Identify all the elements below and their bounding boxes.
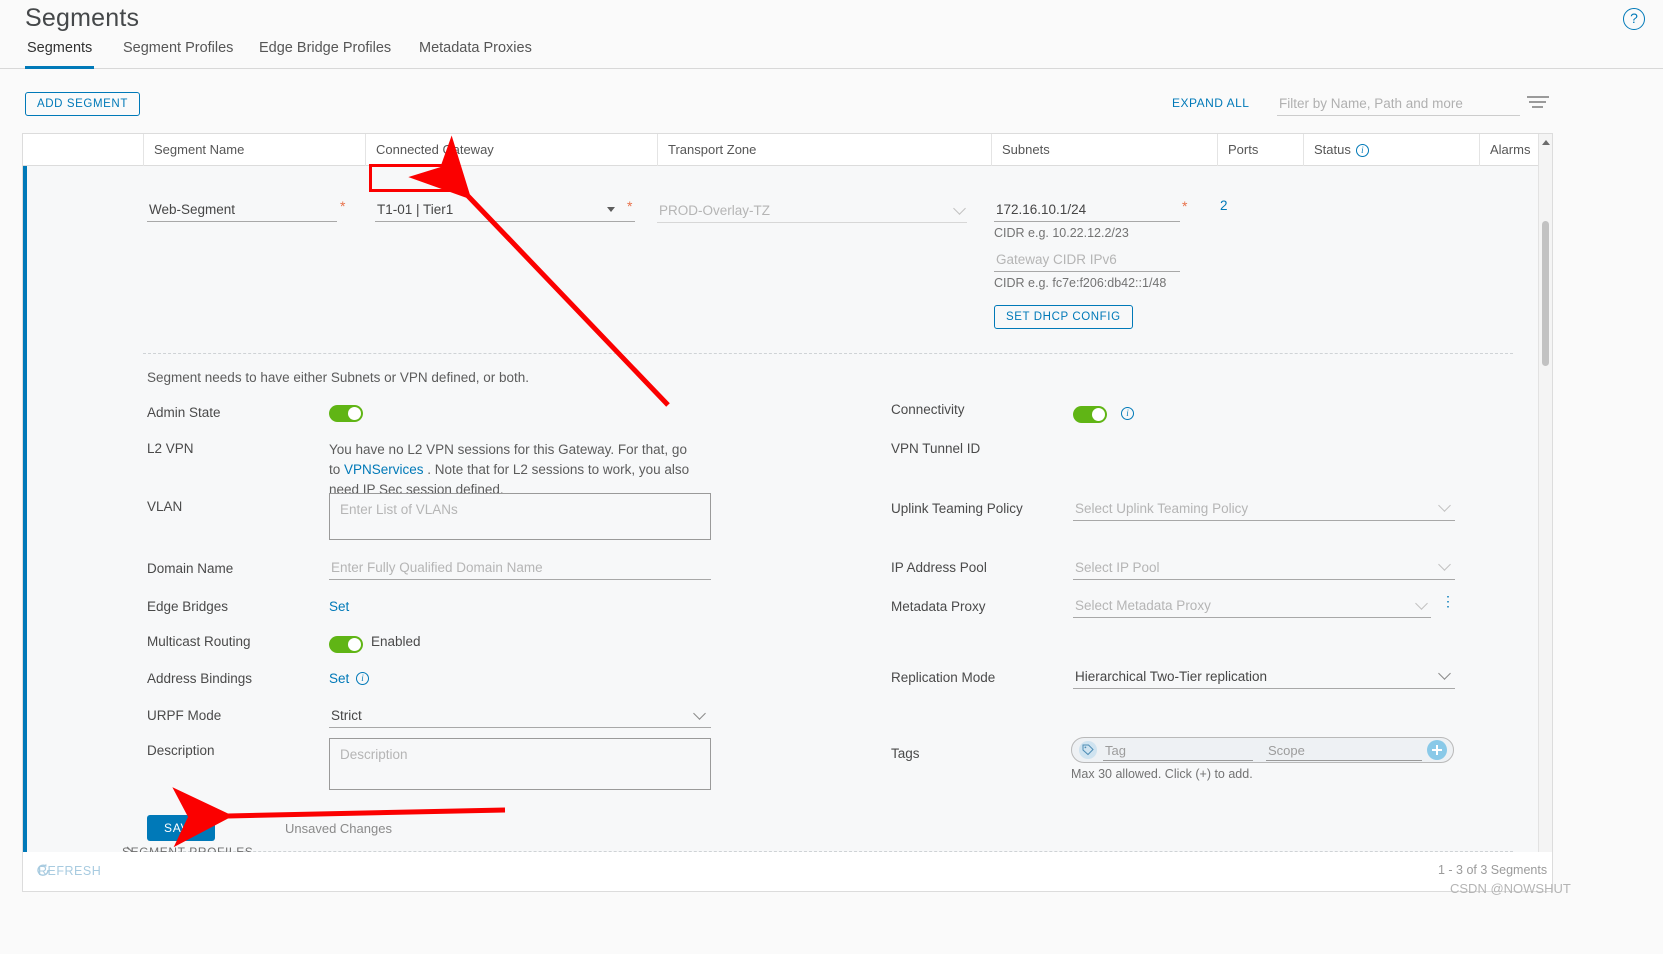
multicast-toggle-knob [348, 638, 361, 651]
vlan-input[interactable] [329, 493, 711, 540]
connectivity-label: Connectivity [891, 402, 965, 417]
tag-name-input[interactable] [1103, 741, 1253, 761]
connected-gateway-select[interactable] [375, 198, 635, 222]
uplink-teaming-policy-label: Uplink Teaming Policy [891, 501, 1023, 516]
replication-mode-select[interactable] [1073, 665, 1455, 689]
admin-state-toggle[interactable] [329, 405, 363, 422]
tag-icon [1079, 741, 1097, 759]
description-input[interactable] [329, 738, 711, 790]
page-title: Segments [25, 4, 140, 32]
column-header-status[interactable]: Status i [1303, 134, 1479, 166]
ip-address-pool-label: IP Address Pool [891, 560, 987, 575]
address-bindings-info-icon[interactable]: i [356, 672, 369, 685]
segment-name-required-star: * [340, 198, 346, 214]
urpf-mode-label: URPF Mode [147, 708, 222, 723]
tag-icon-svg [1082, 744, 1094, 756]
tab-metadata-proxies[interactable]: Metadata Proxies [417, 40, 534, 69]
expand-all-button[interactable]: EXPAND ALL [1172, 96, 1249, 110]
edge-bridges-label: Edge Bridges [147, 599, 229, 614]
segments-page: Segments ? Segments Segment Profiles Edg… [0, 0, 1663, 954]
column-header-alarms[interactable]: Alarms [1479, 134, 1538, 166]
urpf-mode-select[interactable] [329, 704, 711, 728]
vpn-tunnel-id-label: VPN Tunnel ID [891, 441, 981, 456]
subnet-ipv4-input[interactable] [994, 198, 1180, 222]
address-bindings-label: Address Bindings [147, 671, 253, 686]
add-tag-button[interactable] [1427, 740, 1447, 760]
metadata-proxy-select[interactable] [1073, 594, 1431, 618]
filter-settings-icon[interactable] [1527, 96, 1549, 112]
column-header-subnets[interactable]: Subnets [991, 134, 1217, 166]
segments-grid: Segment Name Connected Gateway Transport… [22, 133, 1553, 852]
ports-count-link[interactable]: 2 [1220, 198, 1228, 213]
connectivity-toggle[interactable] [1073, 406, 1107, 423]
vpn-link[interactable]: VPN [344, 462, 372, 477]
subnet-ipv6-hint: CIDR e.g. fc7e:f206:db42::1/48 [994, 276, 1167, 290]
vpn-services-link[interactable]: Services [372, 462, 424, 477]
ip-address-pool-select[interactable] [1073, 556, 1455, 580]
connectivity-info-icon[interactable]: i [1121, 407, 1134, 420]
connected-gateway-caret-icon[interactable] [607, 207, 615, 212]
tag-scope-input[interactable] [1266, 741, 1422, 761]
column-header-connected-gateway[interactable]: Connected Gateway [365, 134, 657, 166]
unsaved-changes-label: Unsaved Changes [285, 821, 392, 836]
subnets-vpn-note: Segment needs to have either Subnets or … [147, 370, 529, 385]
grid-scrollbar-thumb[interactable] [1542, 221, 1549, 366]
refresh-button[interactable]: REFRESH [38, 864, 101, 878]
l2vpn-description: You have no L2 VPN sessions for this Gat… [329, 440, 701, 500]
tab-edge-bridge-profiles[interactable]: Edge Bridge Profiles [257, 40, 393, 69]
tags-hint: Max 30 allowed. Click (+) to add. [1071, 767, 1253, 781]
transport-zone-select [657, 199, 967, 223]
tab-segment-profiles[interactable]: Segment Profiles [121, 40, 235, 69]
save-button[interactable]: SAVE [147, 815, 215, 841]
section-divider [143, 353, 1513, 354]
segment-count-label: 1 - 3 of 3 Segments [1438, 863, 1548, 877]
tab-segments[interactable]: Segments [25, 40, 95, 69]
column-header-status-label: Status [1314, 142, 1351, 157]
address-bindings-set-link[interactable]: Set [329, 671, 349, 686]
connectivity-toggle-knob [1092, 408, 1105, 421]
filter-field-wrapper [1277, 92, 1520, 116]
status-info-icon[interactable]: i [1355, 144, 1369, 157]
domain-name-input[interactable] [329, 556, 711, 580]
replication-mode-label: Replication Mode [891, 670, 996, 685]
help-icon[interactable]: ? [1623, 8, 1645, 30]
subnet-required-star: * [1182, 198, 1188, 214]
subnet-ipv6-input[interactable] [994, 248, 1180, 272]
grid-scrollbar[interactable] [1538, 166, 1552, 852]
expanded-segment-row: * * * CIDR e.g. 10.22.12.2/23 CIDR e.g. … [23, 166, 1552, 852]
multicast-routing-toggle[interactable] [329, 636, 363, 653]
filter-input[interactable] [1277, 92, 1520, 115]
watermark-label: CSDN @NOWSHUT [1450, 881, 1571, 896]
multicast-routing-label: Multicast Routing [147, 634, 251, 649]
metadata-proxy-overflow-menu-icon[interactable]: ⋮ [1441, 594, 1455, 608]
metadata-proxy-label: Metadata Proxy [891, 599, 986, 614]
vlan-label: VLAN [147, 499, 183, 514]
edge-bridges-set-link[interactable]: Set [329, 599, 349, 614]
set-dhcp-config-button[interactable]: SET DHCP CONFIG [994, 305, 1133, 329]
tab-bar: Segments Segment Profiles Edge Bridge Pr… [0, 40, 1663, 69]
annotation-box-connected-gateway [369, 164, 456, 192]
add-segment-button[interactable]: ADD SEGMENT [25, 92, 140, 116]
segment-name-input[interactable] [147, 198, 337, 222]
tags-label: Tags [891, 746, 920, 761]
uplink-teaming-policy-select[interactable] [1073, 497, 1455, 521]
multicast-state-label: Enabled [371, 634, 421, 649]
admin-state-toggle-knob [348, 407, 361, 420]
grid-header-row: Segment Name Connected Gateway Transport… [23, 134, 1552, 166]
column-header-segment-name[interactable]: Segment Name [143, 134, 365, 166]
subnet-ipv4-hint: CIDR e.g. 10.22.12.2/23 [994, 226, 1129, 240]
l2vpn-label: L2 VPN [147, 441, 194, 456]
grid-scrollbar-head[interactable] [1538, 134, 1552, 166]
description-label: Description [147, 743, 215, 758]
column-header-spacer [23, 134, 143, 166]
admin-state-label: Admin State [147, 405, 221, 420]
column-header-ports[interactable]: Ports [1217, 134, 1303, 166]
grid-footer [22, 852, 1553, 892]
domain-name-label: Domain Name [147, 561, 234, 576]
connected-gateway-required-star: * [627, 198, 633, 214]
scroll-up-arrow[interactable] [1542, 140, 1550, 145]
column-header-transport-zone[interactable]: Transport Zone [657, 134, 991, 166]
